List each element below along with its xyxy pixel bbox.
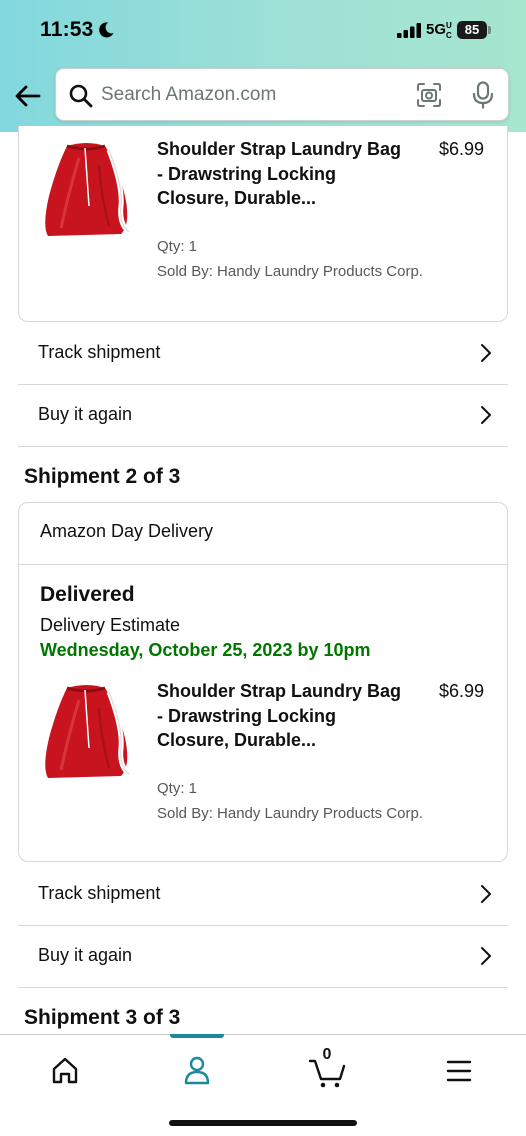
track-shipment-label: Track shipment xyxy=(38,342,161,362)
shipment-2-heading: Shipment 2 of 3 xyxy=(24,465,181,488)
product-image-laundry-bag[interactable] xyxy=(39,678,135,786)
network-sup-label: UC xyxy=(446,21,452,40)
track-shipment-row-2[interactable]: Track shipment xyxy=(18,864,508,926)
search-icon xyxy=(69,84,93,108)
search-bar[interactable] xyxy=(55,68,509,121)
product-qty: Qty: 1 xyxy=(157,780,198,797)
chevron-right-icon xyxy=(481,344,491,362)
home-indicator xyxy=(169,1120,357,1126)
buy-again-label: Buy it again xyxy=(38,945,133,965)
chevron-right-icon xyxy=(481,947,491,965)
delivery-type-label: Amazon Day Delivery xyxy=(40,521,214,541)
buy-again-row-1[interactable]: Buy it again xyxy=(18,385,508,447)
shipment-3-heading: Shipment 3 of 3 xyxy=(24,1006,181,1029)
network-label: 5GUC xyxy=(426,21,454,41)
buy-again-label: Buy it again xyxy=(38,404,133,424)
home-icon xyxy=(52,1057,78,1084)
camera-scan-icon[interactable] xyxy=(416,82,442,108)
bottom-nav: 0 xyxy=(0,1034,526,1136)
shipment-2-card: Amazon Day Delivery Delivered Delivery E… xyxy=(18,502,508,862)
chevron-right-icon xyxy=(481,406,491,424)
back-arrow-icon[interactable] xyxy=(12,80,44,112)
nav-account[interactable] xyxy=(167,1049,227,1093)
signal-icon xyxy=(397,23,421,38)
nav-active-indicator xyxy=(170,1034,224,1038)
delivery-estimate-date: Wednesday, October 25, 2023 by 10pm xyxy=(40,640,371,660)
battery-level: 85 xyxy=(457,21,487,39)
product-seller: Sold By: Handy Laundry Products Corp. xyxy=(157,805,423,822)
track-shipment-row-1[interactable]: Track shipment xyxy=(18,323,508,385)
product-price: $6.99 xyxy=(439,139,485,159)
track-shipment-label: Track shipment xyxy=(38,883,161,903)
buy-again-row-2[interactable]: Buy it again xyxy=(18,926,508,988)
nav-menu[interactable] xyxy=(429,1049,489,1093)
delivery-type-header: Amazon Day Delivery xyxy=(19,503,507,565)
nav-home[interactable] xyxy=(35,1049,95,1093)
product-title[interactable]: Shoulder Strap Laundry Bag - Drawstring … xyxy=(157,137,407,211)
product-seller: Sold By: Handy Laundry Products Corp. xyxy=(157,263,423,280)
product-image-laundry-bag[interactable] xyxy=(39,136,135,244)
menu-icon xyxy=(446,1060,472,1082)
moon-icon xyxy=(99,22,114,38)
microphone-icon[interactable] xyxy=(472,81,494,109)
app-header: 11:53 5GUC 85 xyxy=(0,0,526,132)
search-input[interactable] xyxy=(101,79,401,111)
nav-cart[interactable]: 0 xyxy=(298,1046,358,1093)
account-icon xyxy=(184,1056,210,1085)
battery-cap xyxy=(488,26,491,34)
product-price: $6.99 xyxy=(439,681,485,701)
shipment-1-card: Shoulder Strap Laundry Bag - Drawstring … xyxy=(18,126,508,322)
chevron-right-icon xyxy=(481,885,491,903)
cart-count: 0 xyxy=(322,1046,332,1063)
product-qty: Qty: 1 xyxy=(157,238,198,255)
delivery-estimate-label: Delivery Estimate xyxy=(40,615,181,635)
delivery-status: Delivered xyxy=(40,583,135,606)
product-title[interactable]: Shoulder Strap Laundry Bag - Drawstring … xyxy=(157,679,407,753)
status-time: 11:53 xyxy=(40,18,94,41)
